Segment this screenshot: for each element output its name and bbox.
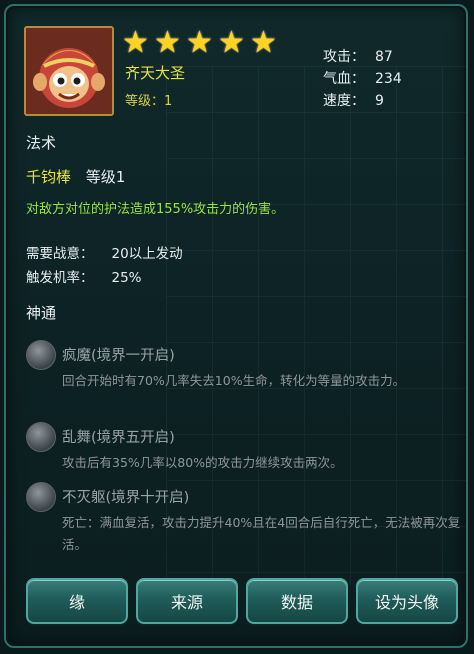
star-icon: ★ [250, 25, 277, 60]
hero-star-rating: ★ ★ ★ ★ ★ [122, 28, 280, 58]
stat-value: 87 [375, 49, 393, 65]
hero-avatar [24, 26, 114, 116]
star-icon: ★ [186, 25, 213, 60]
fury-ability-icon [26, 340, 56, 370]
req-value: 20以上发动 [111, 246, 183, 262]
ability-description: 死亡：满血复活，攻击力提升40%且在4回合后自行死亡，无法被再次复活。 [62, 515, 461, 552]
req-label: 需要战意： [26, 246, 94, 262]
req-value: 25% [111, 270, 142, 286]
stat-value: 234 [375, 71, 402, 87]
monkey-king-portrait-icon [26, 28, 112, 114]
stat-label: 气血： [323, 71, 365, 87]
dance-ability-icon [26, 422, 56, 452]
action-button-bar: 缘 来源 数据 设为头像 [26, 578, 460, 630]
stat-speed: 速度： 9 [323, 90, 402, 112]
hero-name: 齐天大圣 [125, 64, 186, 82]
skill-name: 千钧棒 [26, 168, 72, 186]
stat-attack: 攻击： 87 [323, 46, 402, 68]
skill-section-title: 法术 [26, 134, 57, 152]
ability-name: 乱舞(境界五开启) [62, 430, 175, 446]
skill-level: 等级1 [85, 168, 126, 186]
hero-detail-panel: ★ ★ ★ ★ ★ 齐天大圣 等级：1 攻击： 87 气血： 234 速度： 9… [4, 4, 468, 648]
skill-requirement: 需要战意： 20以上发动 [26, 242, 183, 262]
req-label: 触发机率： [26, 270, 94, 286]
ability-description: 攻击后有35%几率以80%的攻击力继续攻击两次。 [62, 455, 343, 470]
star-icon: ★ [218, 25, 245, 60]
stat-label: 速度： [323, 93, 365, 109]
stat-label: 攻击： [323, 49, 365, 65]
undying-ability-icon [26, 482, 56, 512]
skill-header: 千钧棒 等级1 [26, 166, 125, 187]
abilities-section-title: 神通 [26, 304, 57, 322]
ability-description: 回合开始时有70%几率失去10%生命，转化为等量的攻击力。 [62, 373, 406, 388]
set-avatar-button[interactable]: 设为头像 [356, 578, 458, 624]
ability-name: 不灭躯(境界十开启) [62, 490, 190, 506]
ability-name: 疯魔(境界一开启) [62, 348, 175, 364]
ability-item: 乱舞(境界五开启) 攻击后有35%几率以80%的攻击力继续攻击两次。 [26, 422, 456, 482]
skill-trigger-rate: 触发机率： 25% [26, 266, 142, 286]
star-icon: ★ [154, 25, 181, 60]
star-icon: ★ [122, 25, 149, 60]
stat-hp: 气血： 234 [323, 68, 402, 90]
fate-button[interactable]: 缘 [26, 578, 128, 624]
ability-item: 不灭躯(境界十开启) 死亡：满血复活，攻击力提升40%且在4回合后自行死亡，无法… [26, 482, 460, 562]
hero-level: 等级：1 [125, 94, 173, 109]
ability-item: 疯魔(境界一开启) 回合开始时有70%几率失去10%生命，转化为等量的攻击力。 [26, 340, 456, 420]
source-button[interactable]: 来源 [136, 578, 238, 624]
stat-value: 9 [375, 93, 384, 109]
skill-description: 对敌方对位的护法造成155%攻击力的伤害。 [26, 202, 285, 217]
hero-stats: 攻击： 87 气血： 234 速度： 9 [323, 46, 402, 112]
data-button[interactable]: 数据 [246, 578, 348, 624]
